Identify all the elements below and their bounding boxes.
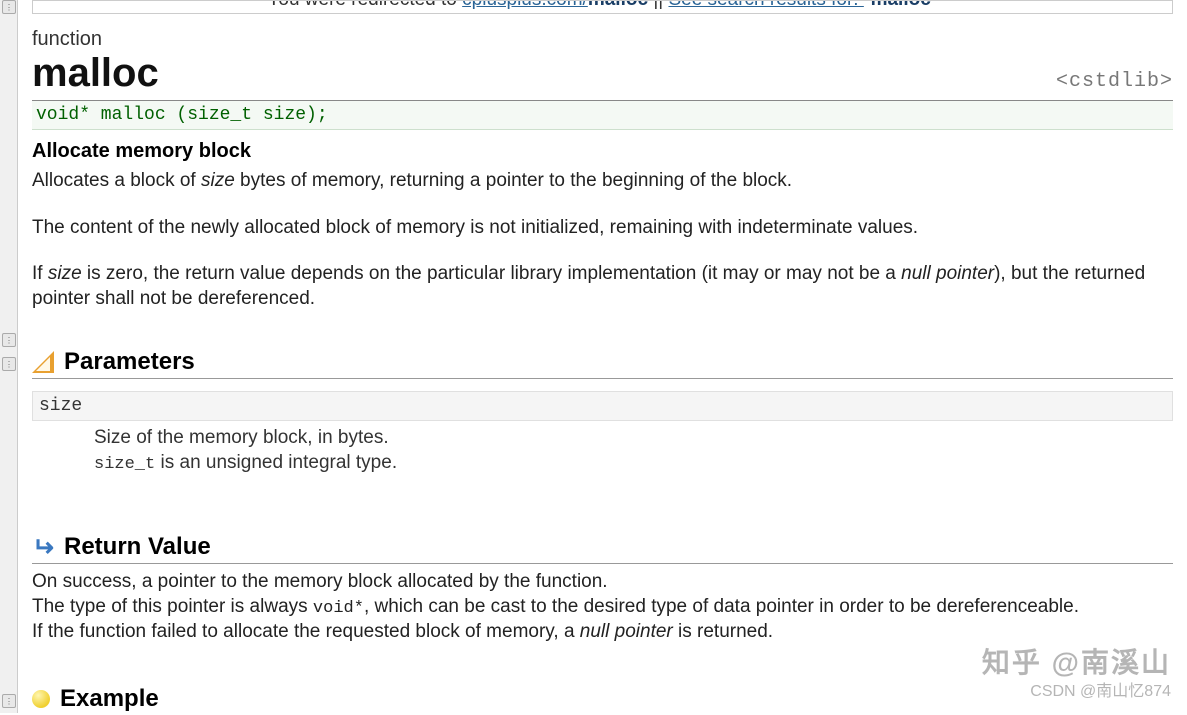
return-p1: On success, a pointer to the memory bloc… bbox=[32, 570, 1173, 595]
paragraph-1: Allocates a block of size bytes of memor… bbox=[32, 169, 1173, 194]
parameter-description: Size of the memory block, in bytes. size… bbox=[94, 425, 1173, 478]
title-row: malloc <cstdlib> bbox=[32, 51, 1173, 96]
section-example: Example bbox=[32, 685, 1173, 715]
section-parameters-title: Parameters bbox=[64, 348, 195, 376]
section-parameters: Parameters bbox=[32, 348, 1173, 379]
redirect-link-term: malloc bbox=[588, 0, 648, 10]
subheading: Allocate memory block bbox=[32, 140, 1173, 163]
redirect-quote-open: " bbox=[864, 0, 871, 10]
redirect-prefix: You were redirected to bbox=[267, 0, 462, 10]
ruler-triangle-icon bbox=[32, 351, 54, 373]
redirect-search-term: malloc bbox=[871, 0, 931, 10]
return-p2: The type of this pointer is always void*… bbox=[32, 595, 1173, 620]
sidebar-toggle-2[interactable]: ⋮ bbox=[2, 333, 16, 347]
redirect-search-link[interactable]: See search results for: bbox=[668, 0, 863, 10]
page-title: malloc bbox=[32, 51, 159, 96]
sidebar-toggle-4[interactable]: ⋮ bbox=[2, 694, 16, 708]
header-include: <cstdlib> bbox=[1056, 70, 1173, 93]
redirect-quote-close: " bbox=[931, 0, 938, 10]
parameter-name: size bbox=[32, 391, 1173, 421]
sidebar-toggle-1[interactable]: ⋮ bbox=[2, 0, 16, 14]
lightbulb-icon bbox=[32, 690, 50, 708]
section-return-value: ↵ Return Value bbox=[32, 533, 1173, 564]
redirect-separator: || bbox=[653, 0, 668, 10]
left-sidebar: ⋮ ⋮ ⋮ ⋮ bbox=[0, 0, 18, 713]
function-signature: void* malloc (size_t size); bbox=[32, 101, 1173, 130]
sidebar-toggle-3[interactable]: ⋮ bbox=[2, 357, 16, 371]
redirect-notice: You were redirected to cplusplus.com/mal… bbox=[32, 0, 1173, 14]
return-arrow-icon: ↵ bbox=[32, 536, 54, 558]
section-example-title: Example bbox=[60, 685, 159, 713]
main-content: You were redirected to cplusplus.com/mal… bbox=[18, 0, 1187, 715]
redirect-link-domain[interactable]: cplusplus.com/ bbox=[462, 0, 588, 10]
section-return-title: Return Value bbox=[64, 533, 211, 561]
type-label: function bbox=[32, 28, 1173, 51]
return-p3: If the function failed to allocate the r… bbox=[32, 620, 1173, 645]
paragraph-3: If size is zero, the return value depend… bbox=[32, 262, 1173, 311]
paragraph-2: The content of the newly allocated block… bbox=[32, 216, 1173, 241]
